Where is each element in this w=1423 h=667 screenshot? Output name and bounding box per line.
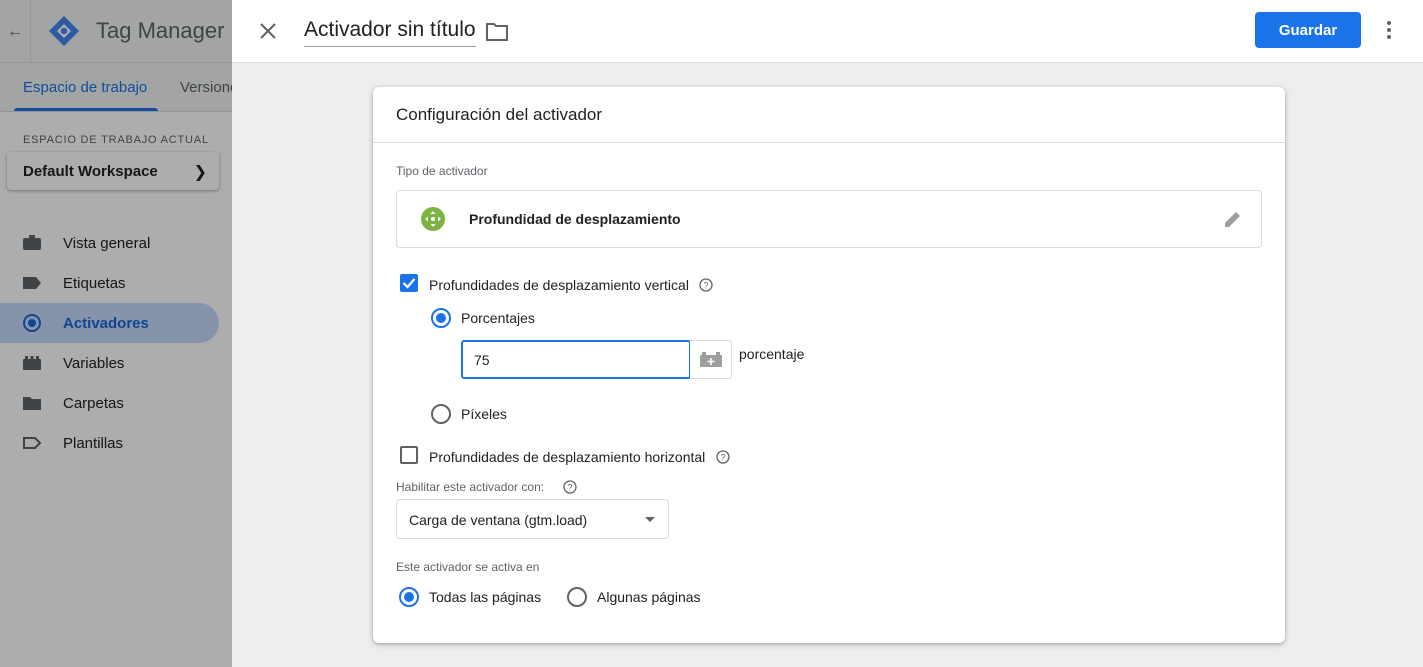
help-icon[interactable]: ? bbox=[563, 480, 577, 494]
vertical-depth-checkbox[interactable] bbox=[400, 274, 418, 292]
some-pages-radio[interactable] bbox=[567, 587, 587, 607]
insert-variable-button[interactable] bbox=[690, 340, 732, 379]
variable-picker-icon bbox=[700, 352, 722, 367]
svg-text:?: ? bbox=[567, 483, 572, 493]
horizontal-depth-checkbox[interactable] bbox=[400, 446, 418, 464]
enable-on-label: Habilitar este activador con: bbox=[396, 480, 545, 494]
vertical-depth-label: Profundidades de desplazamiento vertical bbox=[429, 277, 689, 293]
divider bbox=[373, 142, 1285, 143]
all-pages-radio[interactable] bbox=[399, 587, 419, 607]
help-icon[interactable]: ? bbox=[716, 450, 730, 464]
percentage-input[interactable] bbox=[461, 340, 691, 379]
trigger-type-name: Profundidad de desplazamiento bbox=[469, 211, 681, 227]
pixels-radio[interactable] bbox=[431, 404, 451, 424]
svg-text:?: ? bbox=[703, 281, 708, 291]
folder-icon[interactable] bbox=[485, 21, 509, 43]
fires-on-label: Este activador se activa en bbox=[396, 560, 540, 574]
all-pages-label: Todas las páginas bbox=[429, 589, 542, 605]
editor-header: Activador sin título Guardar bbox=[232, 0, 1423, 63]
help-icon[interactable]: ? bbox=[699, 278, 713, 292]
trigger-configuration-card: Configuración del activador Tipo de acti… bbox=[373, 87, 1285, 643]
some-pages-label: Algunas páginas bbox=[597, 589, 701, 605]
trigger-title[interactable]: Activador sin título bbox=[304, 18, 476, 47]
horizontal-depth-label: Profundidades de desplazamiento horizont… bbox=[429, 449, 706, 465]
trigger-editor-panel: Activador sin título Guardar Configuraci… bbox=[232, 0, 1423, 667]
enable-on-value: Carga de ventana (gtm.load) bbox=[409, 512, 588, 528]
card-title: Configuración del activador bbox=[396, 105, 603, 124]
percentages-radio[interactable] bbox=[431, 308, 451, 328]
trigger-type-label: Tipo de activador bbox=[396, 164, 488, 178]
percentages-label: Porcentajes bbox=[461, 310, 535, 326]
close-icon[interactable] bbox=[256, 19, 280, 43]
scroll-depth-icon bbox=[421, 207, 445, 231]
modal-scrim[interactable] bbox=[0, 0, 232, 667]
dropdown-arrow-icon bbox=[645, 517, 655, 522]
percentage-unit-label: porcentaje bbox=[739, 346, 805, 362]
pixels-label: Píxeles bbox=[461, 406, 507, 422]
pencil-icon[interactable] bbox=[1223, 209, 1243, 229]
enable-on-select[interactable]: Carga de ventana (gtm.load) bbox=[396, 499, 669, 539]
checkmark-icon bbox=[402, 278, 416, 289]
svg-text:?: ? bbox=[720, 453, 725, 463]
more-vert-icon[interactable] bbox=[1378, 18, 1400, 42]
trigger-type-selector[interactable]: Profundidad de desplazamiento bbox=[396, 190, 1262, 248]
save-button[interactable]: Guardar bbox=[1255, 12, 1361, 48]
